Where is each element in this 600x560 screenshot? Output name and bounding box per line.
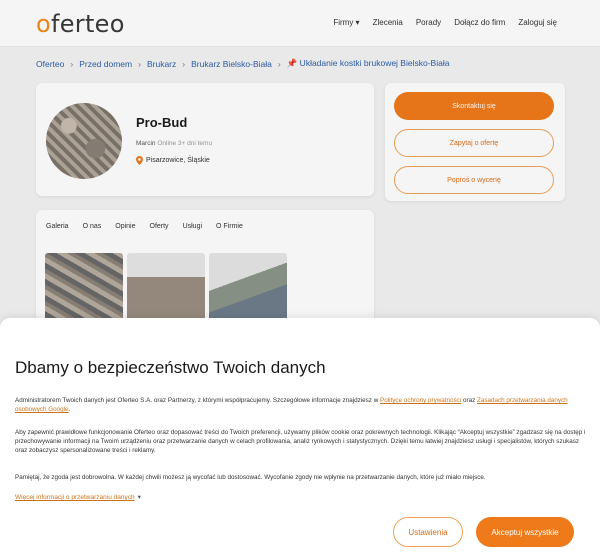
more-info: Więcej informacji o przetwarzaniu danych… (15, 493, 141, 501)
cookie-paragraph-usage: Aby zapewnić prawidłowe funkcjonowanie O… (15, 429, 586, 455)
cookie-consent-panel: Dbamy o bezpieczeństwo Twoich danych Adm… (0, 318, 600, 560)
more-info-link[interactable]: Więcej informacji o przetwarzaniu danych (15, 494, 135, 501)
accept-all-button[interactable]: Akceptuj wszystkie (476, 517, 574, 547)
cookie-title: Dbamy o bezpieczeństwo Twoich danych (15, 358, 326, 377)
chevron-down-icon[interactable]: ▾ (138, 494, 141, 501)
privacy-policy-link[interactable]: Polityce ochrony prywatności (380, 397, 461, 404)
cookie-settings-button[interactable]: Ustawienia (393, 517, 463, 547)
cookie-paragraph-consent: Pamiętaj, że zgoda jest dobrowolna. W ka… (15, 474, 486, 481)
cookie-paragraph-admin: Administratorem Twoich danych jest Ofert… (15, 397, 568, 414)
